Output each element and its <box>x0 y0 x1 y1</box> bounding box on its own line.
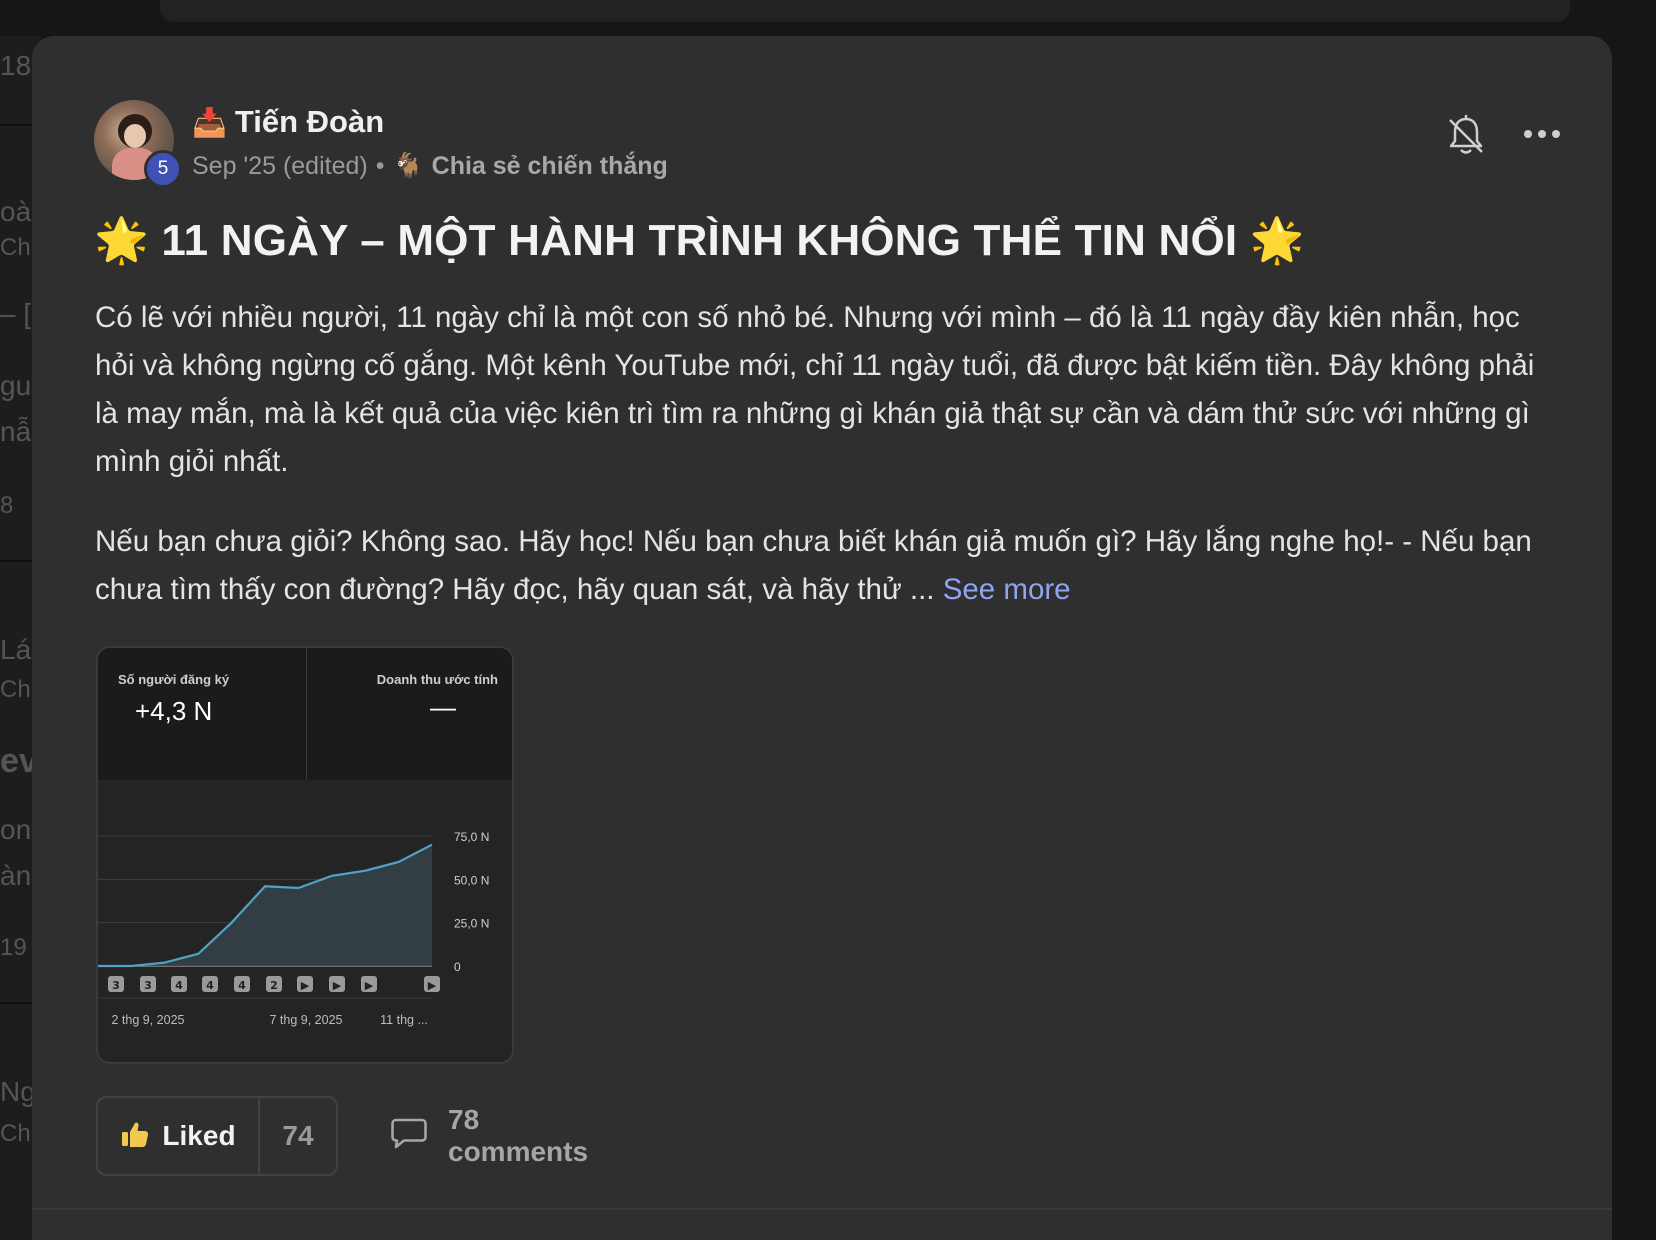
category-emoji: 🐐 <box>392 152 424 180</box>
background-text: Ng <box>0 1076 36 1107</box>
author-name[interactable]: Tiến Đoàn <box>235 104 384 140</box>
background-text: gu <box>0 370 32 401</box>
video-marker-label: 4 <box>206 979 214 992</box>
author-emoji: 📥 <box>192 106 227 138</box>
comments-button[interactable]: 78 comments <box>390 1096 588 1176</box>
see-more-link[interactable]: See more <box>943 573 1071 606</box>
video-marker-label: 2 <box>270 979 278 992</box>
video-marker-label: ▶ <box>365 979 374 992</box>
background-text: 18 <box>0 50 32 81</box>
x-tick-label: 2 thg 9, 2025 <box>112 1013 185 1027</box>
video-marker-label: 4 <box>175 979 183 992</box>
background-text: Ch <box>0 676 31 703</box>
comment-icon <box>390 1117 428 1156</box>
post-paragraph-truncated: Nếu bạn chưa giỏi? Không sao. Hãy học! N… <box>95 518 1555 614</box>
background-text: 8 <box>0 492 14 519</box>
attached-image[interactable]: Số người đăng ký +4,3 N Doanh thu ước tí… <box>96 646 514 1064</box>
subscribers-value: +4,3 N <box>135 696 213 726</box>
post-body: Có lẽ với nhiều người, 11 ngày chỉ là mộ… <box>95 294 1555 646</box>
video-marker-label: 3 <box>144 979 152 992</box>
post-paragraph: Có lẽ với nhiều người, 11 ngày chỉ là mộ… <box>95 301 1535 478</box>
top-bar <box>160 0 1570 22</box>
like-group: Liked 74 <box>96 1096 338 1176</box>
background-text: Ch <box>0 1120 31 1147</box>
y-tick-label: 25,0 N <box>454 917 489 931</box>
post-paragraph: Nếu bạn chưa giỏi? Không sao. Hãy học! N… <box>95 525 1532 606</box>
post-title: 🌟 11 NGÀY – MỘT HÀNH TRÌNH KHÔNG THỂ TIN… <box>94 216 1305 265</box>
subscribers-label: Số người đăng ký <box>118 672 230 687</box>
post-card: 5 📥 Tiến Đoàn Sep '25 (edited) • 🐐 Chia … <box>32 36 1612 1240</box>
post-header: 5 📥 Tiến Đoàn Sep '25 (edited) • 🐐 Chia … <box>94 100 1560 190</box>
author-row: 📥 Tiến Đoàn <box>192 104 384 140</box>
video-marker-label: ▶ <box>428 979 437 992</box>
background-text: 19 <box>0 934 27 961</box>
post-meta: Sep '25 (edited) • 🐐 Chia sẻ chiến thắng <box>192 152 668 181</box>
like-button[interactable]: Liked <box>98 1098 260 1174</box>
card-divider <box>32 1208 1612 1210</box>
video-marker-label: 4 <box>238 979 246 992</box>
subscribers-chart: 0 25,0 N 50,0 N 75,0 N 3 3 4 4 4 2 ▶ ▶ ▶ ▶ 2 thg 9, 20… <box>98 830 489 1027</box>
chart-panel: 0 25,0 N 50,0 N 75,0 N 3 3 4 4 4 2 ▶ ▶ ▶ ▶ 2 thg 9, 20… <box>98 780 512 1062</box>
series-area <box>98 844 432 966</box>
x-tick-label: 11 thg ... <box>380 1013 428 1027</box>
post-date[interactable]: Sep '25 (edited) <box>192 152 368 181</box>
category-link[interactable]: Chia sẻ chiến thắng <box>432 152 668 181</box>
like-count[interactable]: 74 <box>260 1098 336 1174</box>
background-text: oà <box>0 196 32 227</box>
stats-divider <box>306 648 307 780</box>
background-text: Ch <box>0 234 31 261</box>
meta-separator: • <box>375 152 385 180</box>
background-text: – [ <box>0 298 32 329</box>
revenue-value: — <box>430 692 456 722</box>
background-text: Lá <box>0 634 32 665</box>
more-options-icon[interactable] <box>1522 124 1562 144</box>
video-marker-label: ▶ <box>333 979 342 992</box>
y-tick-label: 50,0 N <box>454 873 489 887</box>
video-marker-label: ▶ <box>301 979 310 992</box>
y-tick-label: 0 <box>454 960 461 974</box>
revenue-label: Doanh thu ước tính <box>376 672 498 687</box>
thumbs-up-icon <box>120 1119 150 1154</box>
y-tick-label: 75,0 N <box>454 830 489 844</box>
level-badge: 5 <box>144 150 182 188</box>
comments-label: 78 comments <box>448 1104 589 1167</box>
x-tick-label: 7 thg 9, 2025 <box>270 1013 343 1027</box>
like-label: Liked <box>162 1120 236 1151</box>
video-marker-label: 3 <box>112 979 120 992</box>
bell-off-icon[interactable] <box>1446 114 1486 158</box>
background-text: nẫ <box>0 416 32 447</box>
